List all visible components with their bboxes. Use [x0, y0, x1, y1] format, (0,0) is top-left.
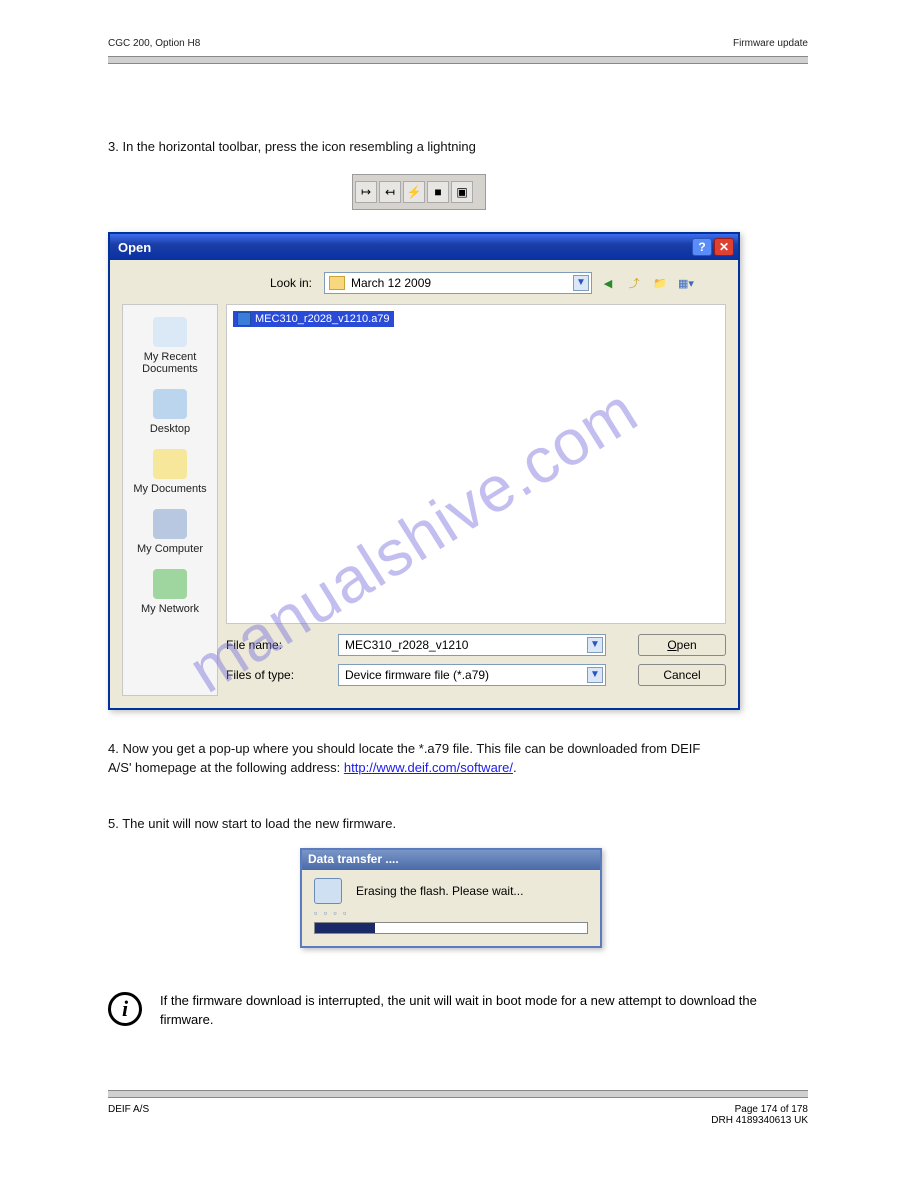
cancel-button[interactable]: Cancel — [638, 664, 726, 686]
toolbar: ↦ ↤ ⚡ ■ ▣ — [352, 174, 486, 210]
toolbar-btn-2[interactable]: ↤ — [379, 181, 401, 203]
header-right: Firmware update — [733, 38, 808, 49]
chevron-down-icon[interactable]: ▼ — [587, 637, 603, 653]
files-of-type-label: Files of type: — [226, 668, 328, 682]
chevron-down-icon[interactable]: ▼ — [587, 667, 603, 683]
dialog-titlebar: Open ? ✕ — [110, 234, 738, 260]
place-documents-label: My Documents — [125, 483, 215, 495]
footer-right: Page 174 of 178 DRH 4189340613 UK — [711, 1104, 808, 1126]
places-bar: My Recent Documents Desktop My Documents… — [122, 304, 218, 696]
file-list-area[interactable]: MEC310_r2028_v1210.a79 — [226, 304, 726, 624]
progress-bar — [314, 922, 588, 934]
new-folder-icon[interactable]: 📁 — [650, 273, 670, 293]
toolbar-btn-5[interactable]: ▣ — [451, 181, 473, 203]
file-name-label: File name: — [226, 638, 328, 652]
desktop-icon — [153, 389, 187, 419]
toolbar-btn-4[interactable]: ■ — [427, 181, 449, 203]
lookin-select[interactable]: March 12 2009 ▼ — [324, 272, 592, 294]
file-name-input[interactable]: MEC310_r2028_v1210 ▼ — [338, 634, 606, 656]
place-documents[interactable]: My Documents — [125, 445, 215, 499]
recent-icon — [153, 317, 187, 347]
download-link[interactable]: http://www.deif.com/software/ — [344, 760, 513, 775]
data-transfer-message: Erasing the flash. Please wait... — [356, 884, 523, 898]
place-computer[interactable]: My Computer — [125, 505, 215, 559]
network-icon — [153, 569, 187, 599]
open-button[interactable]: Open — [638, 634, 726, 656]
close-icon[interactable]: ✕ — [714, 238, 734, 256]
place-desktop[interactable]: Desktop — [125, 385, 215, 439]
data-transfer-title: Data transfer .... — [302, 850, 600, 870]
folder-icon — [329, 276, 345, 290]
dialog-title: Open — [114, 240, 690, 255]
step-3-text: 3. In the horizontal toolbar, press the … — [108, 138, 808, 157]
progress-fill — [315, 923, 375, 933]
info-text: If the firmware download is interrupted,… — [160, 992, 808, 1030]
computer-icon — [314, 878, 342, 904]
file-item-label: MEC310_r2028_v1210.a79 — [255, 313, 390, 325]
bottom-rule — [108, 1090, 808, 1098]
files-of-type-value: Device firmware file (*.a79) — [345, 668, 489, 682]
place-network-label: My Network — [125, 603, 215, 615]
progress-dots: ▫ ▫ ▫ ▫ — [302, 908, 600, 918]
files-of-type-select[interactable]: Device firmware file (*.a79) ▼ — [338, 664, 606, 686]
place-recent[interactable]: My Recent Documents — [125, 313, 215, 379]
bottom-fields: File name: MEC310_r2028_v1210 ▼ Open Fil… — [226, 634, 726, 694]
place-recent-label: My Recent Documents — [125, 351, 215, 375]
file-item-selected[interactable]: MEC310_r2028_v1210.a79 — [233, 311, 394, 327]
chevron-down-icon[interactable]: ▼ — [573, 275, 589, 291]
back-icon[interactable]: ◀ — [598, 273, 618, 293]
footer-left: DEIF A/S — [108, 1104, 149, 1115]
toolbar-btn-1[interactable]: ↦ — [355, 181, 377, 203]
lookin-value: March 12 2009 — [351, 276, 431, 290]
views-icon[interactable]: ▦▾ — [676, 273, 696, 293]
computer-icon — [153, 509, 187, 539]
up-icon[interactable]: ⤴ — [624, 273, 644, 293]
header-left: CGC 200, Option H8 — [108, 38, 200, 49]
lookin-label: Look in: — [230, 276, 318, 290]
top-rule — [108, 56, 808, 64]
place-desktop-label: Desktop — [125, 423, 215, 435]
step-5-text: 5. The unit will now start to load the n… — [108, 815, 808, 834]
step-4-text: 4. Now you get a pop-up where you should… — [108, 740, 808, 778]
help-icon[interactable]: ? — [692, 238, 712, 256]
place-computer-label: My Computer — [125, 543, 215, 555]
open-dialog: Open ? ✕ Look in: March 12 2009 ▼ ◀ ⤴ 📁 … — [108, 232, 740, 710]
file-name-value: MEC310_r2028_v1210 — [345, 638, 468, 652]
data-transfer-dialog: Data transfer .... Erasing the flash. Pl… — [300, 848, 602, 948]
documents-icon — [153, 449, 187, 479]
info-icon: i — [108, 992, 142, 1026]
file-icon — [237, 312, 251, 326]
lookin-row: Look in: March 12 2009 ▼ ◀ ⤴ 📁 ▦▾ — [230, 272, 726, 294]
place-network[interactable]: My Network — [125, 565, 215, 619]
toolbar-btn-lightning[interactable]: ⚡ — [403, 181, 425, 203]
